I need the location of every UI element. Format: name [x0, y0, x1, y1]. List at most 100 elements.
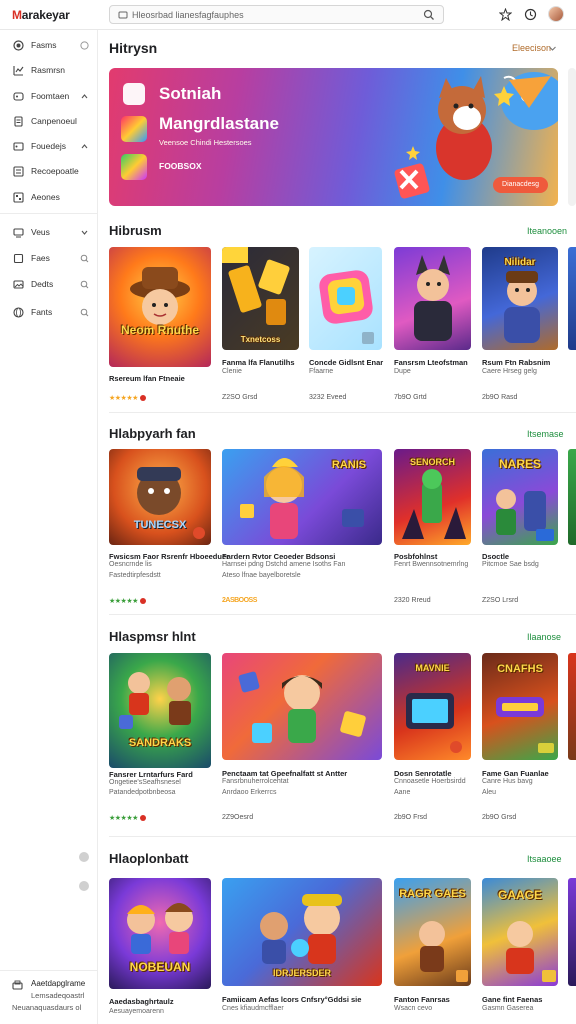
- next-card-peek[interactable]: [568, 653, 576, 760]
- rating-stars: ★★★★★: [109, 597, 146, 605]
- card-price: Z2SO Grsd: [222, 394, 258, 401]
- card-subtitle: Gasmn Gaserea: [482, 1005, 534, 1012]
- page-title: Hitrysn: [109, 40, 158, 56]
- thumbnail-text: TUNECSX: [133, 519, 187, 531]
- footer-subtitle: Lemsadeqoastrl: [31, 991, 85, 1000]
- card-price: 3232 Eveed: [309, 394, 347, 401]
- game-thumbnail: RAGR GAES: [394, 878, 471, 986]
- hero-banner[interactable]: Sotniah Mangrdlastane Veensoe Chindi Hes…: [109, 68, 558, 206]
- section-divider: [109, 614, 576, 615]
- logo-text: arakeyar: [21, 8, 70, 22]
- cube-art: [319, 270, 374, 344]
- card-title: Fame Gan Fuanlae: [482, 769, 549, 778]
- game-thumbnail: CNAFHS: [482, 653, 558, 760]
- sidebar-item-9[interactable]: Dedts: [0, 274, 98, 296]
- sidebar-item-2[interactable]: Foomtaen: [0, 86, 98, 108]
- menu-icon: [118, 11, 128, 19]
- toggle-dot[interactable]: [79, 852, 89, 862]
- sidebar-item-5[interactable]: Recoepoatle: [0, 161, 98, 183]
- card-subtitle: Clenie: [222, 368, 242, 375]
- radio-icon[interactable]: [80, 41, 89, 50]
- next-card-peek[interactable]: [568, 247, 576, 350]
- sort-label: Eleecison: [512, 43, 552, 53]
- hero-tag: FOOBSOX: [159, 161, 202, 171]
- thumbnail-text: CNAFHS: [497, 663, 543, 675]
- card-title: Rsum Ftn Rabsnim: [482, 358, 551, 367]
- sidebar-item-3[interactable]: Canpenoeul: [0, 111, 98, 133]
- search-icon[interactable]: [80, 254, 89, 263]
- card-subtitle: Ffaarne: [309, 368, 334, 375]
- sidebar-item-7[interactable]: Veus: [0, 222, 98, 244]
- sidebar-item-4[interactable]: Fouedejs: [0, 136, 98, 158]
- search-bar[interactable]: Hleosrbad lianesfagfauphes: [109, 5, 444, 24]
- section-more-link[interactable]: Iteanooen: [527, 226, 567, 236]
- card-price: 2b9O Rasd: [482, 394, 518, 401]
- list-icon: [13, 166, 24, 177]
- card-title: Dosn Senrotatle: [394, 769, 452, 778]
- next-card-peek[interactable]: [568, 449, 576, 545]
- sidebar-item-0[interactable]: Fasms: [0, 35, 98, 57]
- card-subtitle: Cnes kfiaudmcfflaer: [222, 1005, 284, 1012]
- chevron-down-icon[interactable]: [80, 228, 89, 237]
- sort-dropdown[interactable]: Eleecison: [512, 43, 556, 53]
- section-divider: [109, 836, 576, 837]
- next-card-peek[interactable]: [568, 878, 576, 986]
- card-title: Famiicam Aefas lcors Cnfsry°Gddsi sie: [222, 995, 362, 1004]
- search-icon[interactable]: [423, 9, 435, 21]
- carousel-scrollbar[interactable]: [568, 68, 576, 206]
- grid-icon: [13, 192, 24, 203]
- card-title: Fanton Fanrsas: [394, 995, 450, 1004]
- badge-dot: [139, 815, 146, 822]
- sidebar-item-label: Faes: [31, 253, 50, 263]
- sidebar-item-label: Dedts: [31, 279, 54, 289]
- sidebar-item-8[interactable]: Faes: [0, 248, 98, 270]
- game-thumbnail: Nilidar: [482, 247, 558, 350]
- game-icon: [121, 154, 147, 180]
- card-title: Penctaam tat Gpeefnalfatt st Antter: [222, 769, 348, 778]
- chevron-down-icon: [549, 46, 556, 51]
- sidebar-item-10[interactable]: Fants: [0, 302, 98, 324]
- card-title: Fanma lfa Flanutilhs: [222, 358, 295, 367]
- sidebar: Fasms Rasmrsn Foomtaen Canpenoeul Fouede…: [0, 30, 98, 1024]
- rating-stars: ★★★★★: [109, 814, 146, 822]
- monitor-icon: [13, 228, 24, 238]
- hero-subtitle: Veensoe Chindi Hestersoes: [159, 138, 252, 147]
- sidebar-item-label: Rasmrsn: [31, 65, 66, 75]
- thumbnail-text: RANIS: [331, 459, 367, 471]
- game-thumbnail: SANDRAKS: [109, 653, 211, 768]
- chevron-up-icon[interactable]: [80, 92, 89, 101]
- card-subtitle: Ongetiee'sSeafhsnesel: [109, 779, 181, 786]
- chevron-up-icon[interactable]: [80, 142, 89, 151]
- game-thumbnail: [222, 653, 382, 760]
- character-art: [119, 672, 191, 729]
- card-price: 2Z9Oesrd: [222, 814, 254, 821]
- section-more-link[interactable]: Ilaanose: [527, 632, 561, 642]
- game-thumbnail: GAAGE: [482, 878, 558, 986]
- clock-icon[interactable]: [524, 8, 537, 21]
- search-icon[interactable]: [80, 280, 89, 289]
- sidebar-footer: Aaetdapglrame Lemsadeqoastrl Neuanaquasd…: [0, 970, 98, 1024]
- sidebar-item-1[interactable]: Rasmrsn: [0, 60, 98, 82]
- card-title: Fansrsm Lteofstman: [394, 358, 468, 367]
- card-subtitle: Wsacn cevo: [394, 1005, 433, 1012]
- star-icon[interactable]: [499, 8, 512, 21]
- section-more-link[interactable]: Itsaaoee: [527, 854, 562, 864]
- card-price: 2ASBOOSS: [222, 597, 257, 604]
- avatar[interactable]: [548, 6, 564, 22]
- thumbnail-text: IDRJERSDER: [272, 968, 331, 978]
- card-subtitle: Oesncrnde lis: [109, 561, 152, 568]
- printer-icon: [12, 980, 23, 990]
- hero-cta-button[interactable]: Dianacdesg: [493, 177, 548, 193]
- card-publisher: Patandedpotbnbeosa: [109, 789, 176, 796]
- search-input[interactable]: Hleosrbad lianesfagfauphes: [132, 10, 244, 20]
- card-subtitle: Fansrbnuherrolcehtat: [222, 778, 289, 785]
- card-title: Dsoctle: [482, 552, 510, 561]
- search-icon[interactable]: [80, 308, 89, 317]
- toggle-dot[interactable]: [79, 881, 89, 891]
- section-more-link[interactable]: Itsemase: [527, 429, 564, 439]
- section-title: Hlaspmsr hlnt: [109, 629, 196, 644]
- rating-value: ★★★★★: [109, 815, 138, 822]
- app-logo[interactable]: Marakeyar: [12, 8, 70, 22]
- footer-note: Neuanaquasdaurs ol: [12, 1003, 82, 1012]
- sidebar-item-6[interactable]: Aeones: [0, 187, 98, 209]
